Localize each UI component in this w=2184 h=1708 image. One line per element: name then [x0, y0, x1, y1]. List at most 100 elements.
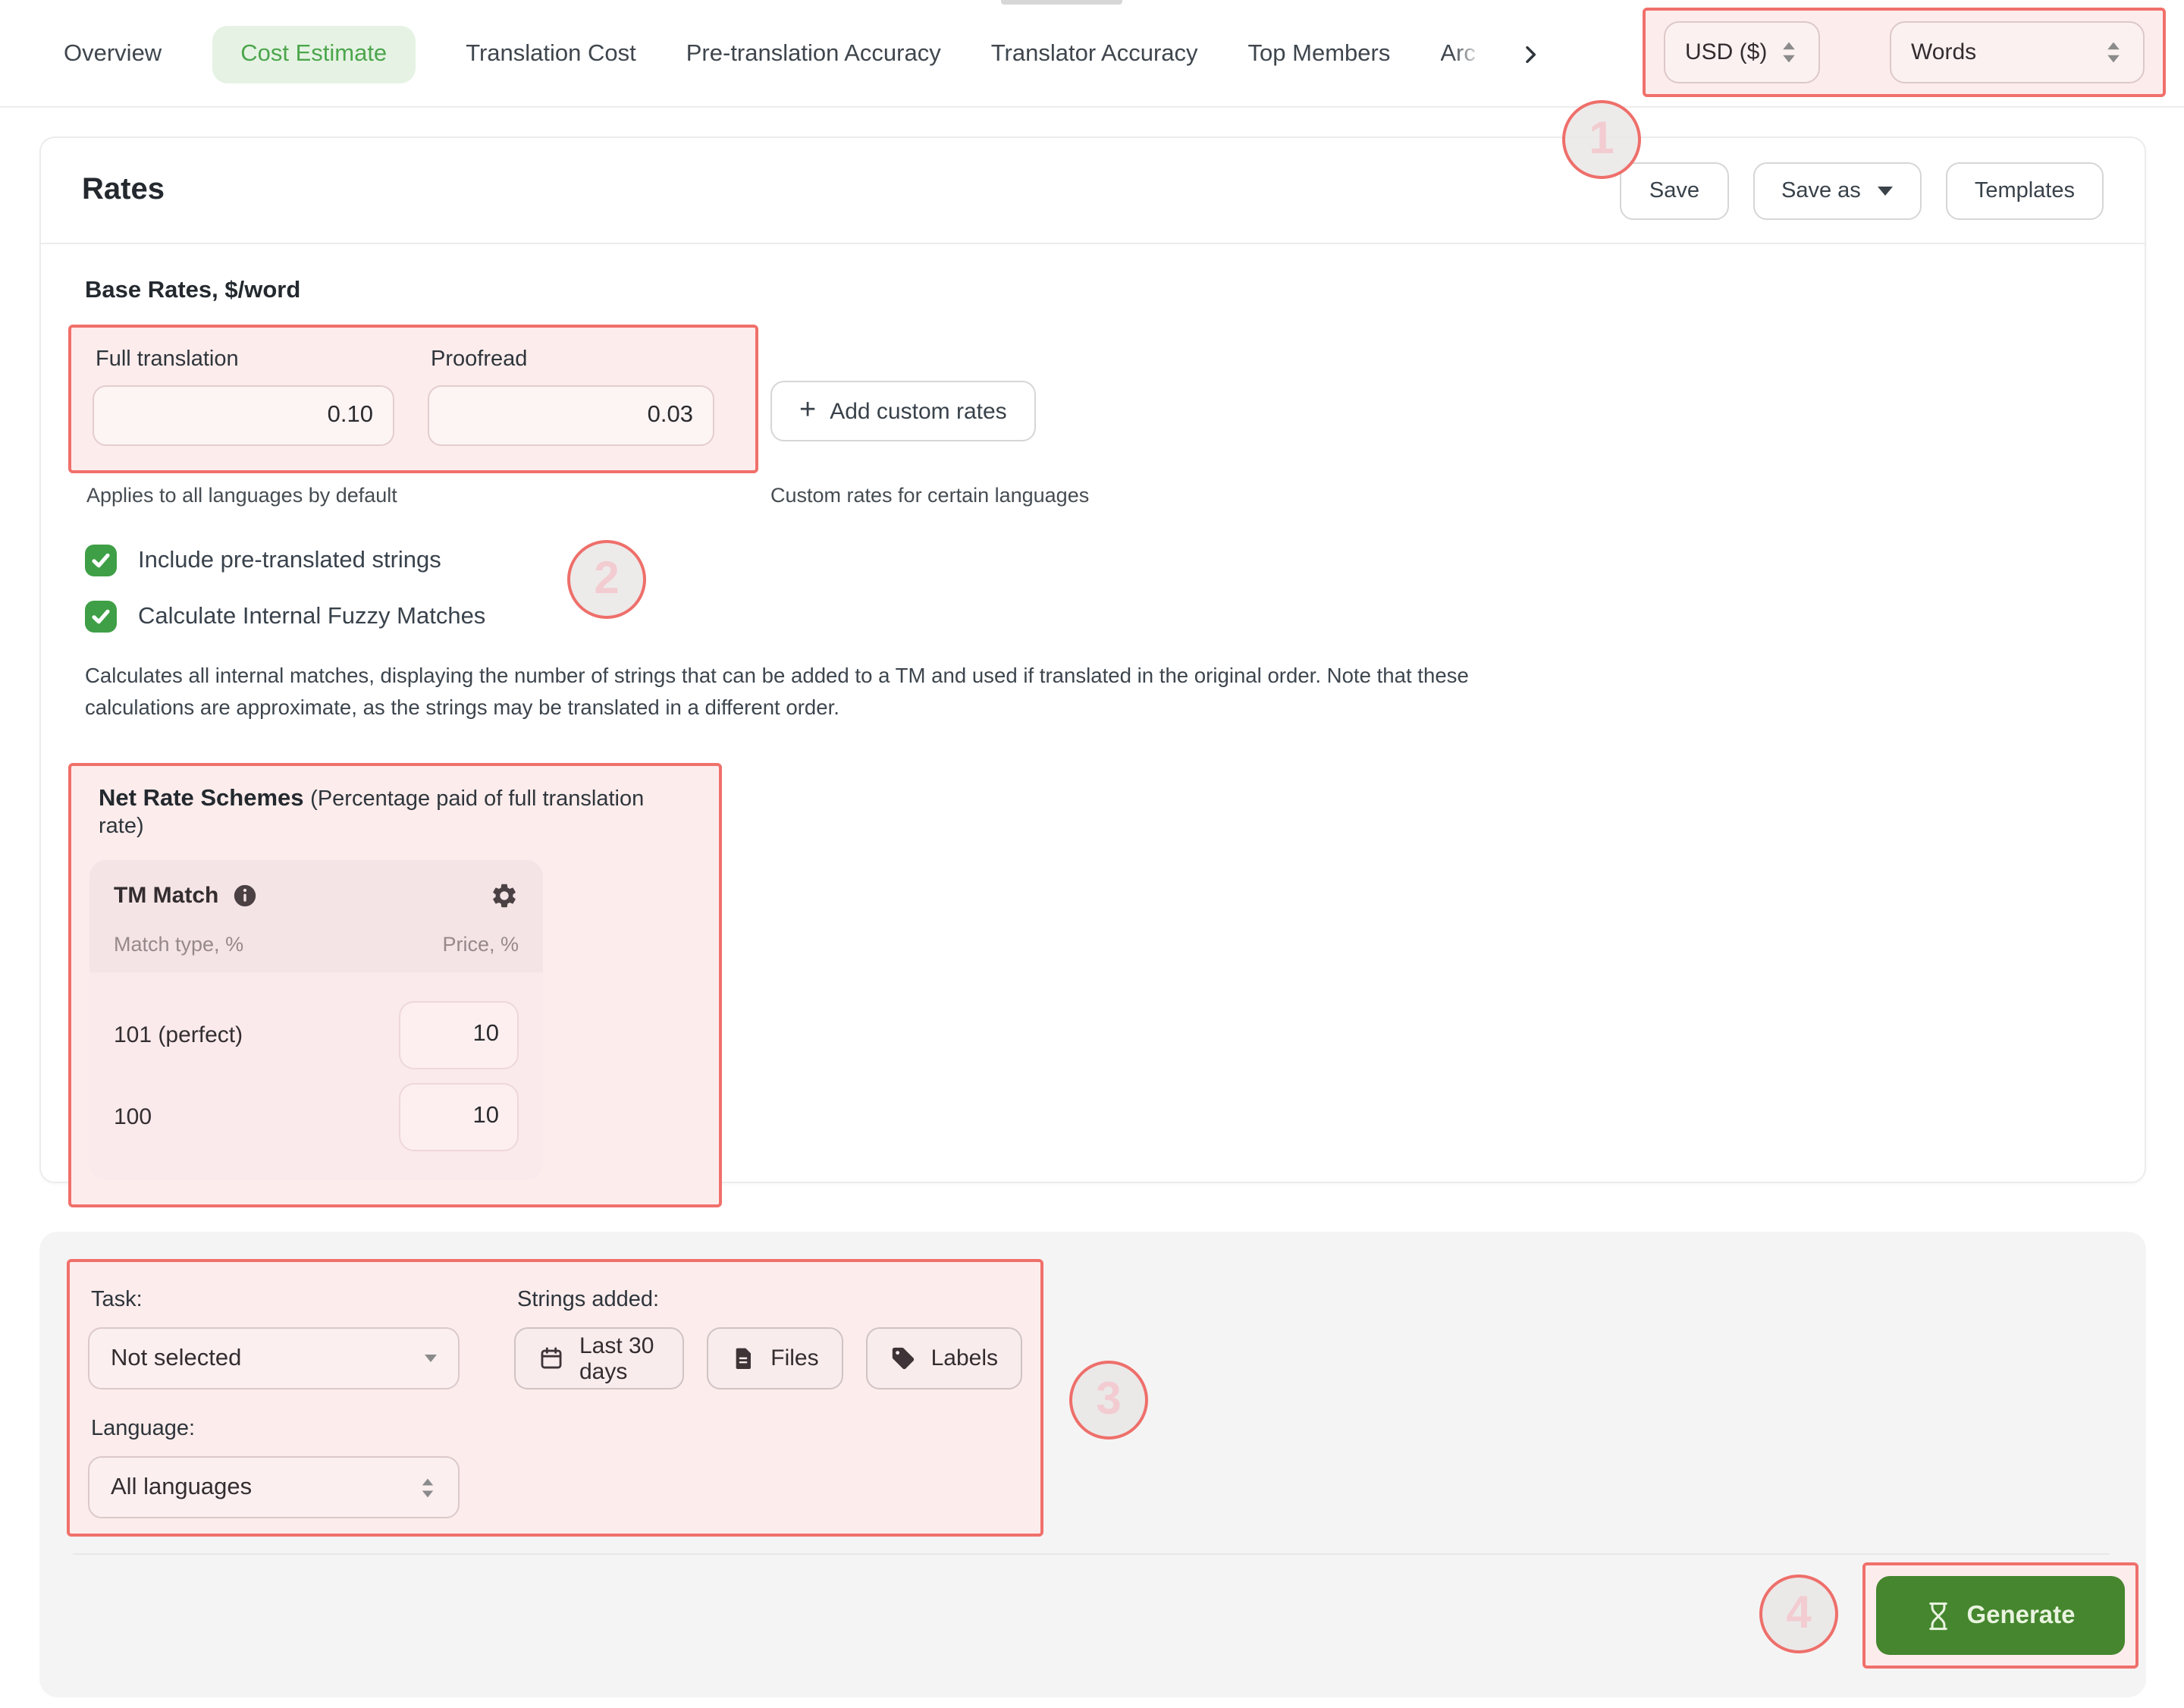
base-rates-helpers: Applies to all languages by default Cust… — [82, 484, 2104, 511]
net-rate-schemes-highlight: Net Rate Schemes (Percentage paid of ful… — [68, 763, 722, 1207]
tm-match-title: TM Match — [114, 883, 218, 909]
calc-fuzzy-row: Calculate Internal Fuzzy Matches — [85, 601, 2104, 633]
hourglass-icon — [1925, 1601, 1950, 1630]
date-range-label: Last 30 days — [579, 1333, 660, 1384]
info-icon[interactable] — [232, 883, 258, 909]
tm-row-100-label: 100 — [114, 1104, 152, 1130]
rates-card: Rates Save Save as Templates Base Rates,… — [39, 137, 2146, 1183]
generate-button[interactable]: Generate — [1876, 1576, 2125, 1655]
currency-select[interactable]: USD ($) — [1664, 21, 1820, 83]
save-as-label: Save as — [1781, 178, 1861, 203]
files-label: Files — [770, 1345, 818, 1371]
full-translation-input[interactable] — [93, 385, 394, 446]
tab-translator-accuracy[interactable]: Translator Accuracy — [991, 40, 1198, 68]
tag-icon — [890, 1345, 916, 1371]
tm-row-101-input[interactable] — [399, 1001, 519, 1069]
caret-down-icon — [425, 1355, 437, 1362]
add-custom-rates-button[interactable]: + Add custom rates — [770, 381, 1036, 441]
tm-col-price: Price, % — [442, 933, 519, 956]
tab-translation-cost[interactable]: Translation Cost — [466, 40, 636, 68]
base-rates-helper-left: Applies to all languages by default — [86, 484, 397, 507]
tm-settings-button[interactable] — [490, 881, 519, 910]
generate-label: Generate — [1966, 1601, 2075, 1630]
fuzzy-description: Calculates all internal matches, display… — [85, 660, 1511, 725]
include-pretranslated-checkbox[interactable] — [85, 545, 117, 576]
files-button[interactable]: Files — [707, 1327, 843, 1389]
unit-select-value: Words — [1911, 39, 1976, 65]
tabs-overflow-button[interactable] — [1517, 42, 1542, 66]
tm-row-101: 101 (perfect) — [114, 1001, 519, 1069]
task-filter: Task: Not selected — [88, 1280, 460, 1389]
tab-overview[interactable]: Overview — [64, 40, 162, 68]
task-select[interactable]: Not selected — [88, 1327, 460, 1389]
annotation-circle-4: 4 — [1759, 1575, 1838, 1653]
strings-added-label: Strings added: — [517, 1288, 1022, 1312]
tab-cost-estimate[interactable]: Cost Estimate — [212, 25, 416, 83]
cost-estimate-page: Overview Cost Estimate Translation Cost … — [0, 0, 2184, 1708]
checkmark-icon — [89, 605, 112, 628]
updown-arrows-icon — [2104, 41, 2123, 64]
strings-added-filter: Strings added: Last 30 days Files Lab — [514, 1280, 1022, 1389]
panel-divider — [73, 1553, 2110, 1555]
calc-fuzzy-checkbox[interactable] — [85, 601, 117, 633]
language-label: Language: — [91, 1417, 1022, 1441]
rates-card-body: Base Rates, $/word Full translation Proo… — [41, 244, 2145, 1207]
full-translation-label: Full translation — [96, 347, 394, 372]
base-rates-highlight: Full translation Proofread — [68, 325, 758, 473]
tab-top-members[interactable]: Top Members — [1248, 40, 1391, 68]
tm-col-match-type: Match type, % — [114, 933, 243, 956]
task-select-value: Not selected — [111, 1345, 241, 1372]
include-pretranslated-row: Include pre-translated strings — [85, 545, 2104, 576]
report-tabs: Overview Cost Estimate Translation Cost … — [64, 0, 1542, 108]
updown-arrows-icon — [1779, 41, 1799, 64]
updown-arrows-icon — [419, 1477, 437, 1498]
caret-down-icon — [1878, 186, 1893, 195]
currency-unit-highlight: USD ($) Words — [1643, 8, 2166, 97]
checkmark-icon — [89, 549, 112, 572]
chevron-right-icon — [1517, 42, 1542, 66]
net-rate-schemes-title: Net Rate Schemes (Percentage paid of ful… — [99, 786, 695, 840]
labels-label: Labels — [931, 1345, 998, 1371]
unit-select[interactable]: Words — [1890, 21, 2145, 83]
labels-button[interactable]: Labels — [866, 1327, 1022, 1389]
screenshot-stage: Overview Cost Estimate Translation Cost … — [0, 0, 2184, 1708]
date-range-button[interactable]: Last 30 days — [514, 1327, 684, 1389]
tm-row-101-label: 101 (perfect) — [114, 1022, 243, 1048]
language-select[interactable]: All languages — [88, 1456, 460, 1518]
language-select-value: All languages — [111, 1474, 252, 1501]
tm-match-rows: 101 (perfect) 100 — [89, 972, 543, 1180]
base-rates-helper-right: Custom rates for certain languages — [770, 484, 1089, 507]
task-label: Task: — [91, 1288, 460, 1312]
proofread-field: Proofread — [428, 347, 714, 446]
annotation-circle-1: 1 — [1562, 100, 1641, 179]
report-tabs-bar: Overview Cost Estimate Translation Cost … — [0, 0, 2184, 108]
file-icon — [731, 1345, 755, 1371]
tm-row-100: 100 — [114, 1083, 519, 1151]
rates-card-header: Rates Save Save as Templates — [41, 138, 2145, 244]
language-filter: Language: All languages — [88, 1417, 1022, 1518]
save-as-button[interactable]: Save as — [1753, 162, 1922, 219]
tab-archive-truncated[interactable]: Arc — [1440, 40, 1486, 68]
tm-row-100-input[interactable] — [399, 1083, 519, 1151]
tab-pre-translation-accuracy[interactable]: Pre-translation Accuracy — [686, 40, 941, 68]
filters-highlight: Task: Not selected Strings added: Last 3… — [67, 1259, 1043, 1537]
base-rates-heading: Base Rates, $/word — [85, 278, 2104, 305]
gear-icon — [490, 881, 519, 910]
page-title: Rates — [82, 173, 165, 208]
rates-actions: Save Save as Templates — [1621, 162, 2104, 219]
add-custom-rates-label: Add custom rates — [830, 398, 1006, 424]
proofread-input[interactable] — [428, 385, 714, 446]
base-rates-row: Full translation Proofread + Add custom … — [82, 325, 2104, 473]
templates-button[interactable]: Templates — [1946, 162, 2104, 219]
calc-fuzzy-label: Calculate Internal Fuzzy Matches — [138, 603, 485, 630]
annotation-circle-2: 2 — [567, 540, 646, 619]
net-rate-schemes-title-main: Net Rate Schemes — [99, 786, 304, 812]
currency-select-value: USD ($) — [1685, 39, 1767, 65]
plus-icon: + — [799, 395, 816, 424]
generate-highlight: Generate — [1862, 1562, 2138, 1669]
include-pretranslated-label: Include pre-translated strings — [138, 547, 441, 574]
save-button[interactable]: Save — [1621, 162, 1728, 219]
annotation-circle-3: 3 — [1069, 1361, 1148, 1440]
tm-match-header: TM Match Match type, % Price, % — [89, 860, 543, 972]
full-translation-field: Full translation — [93, 347, 394, 446]
